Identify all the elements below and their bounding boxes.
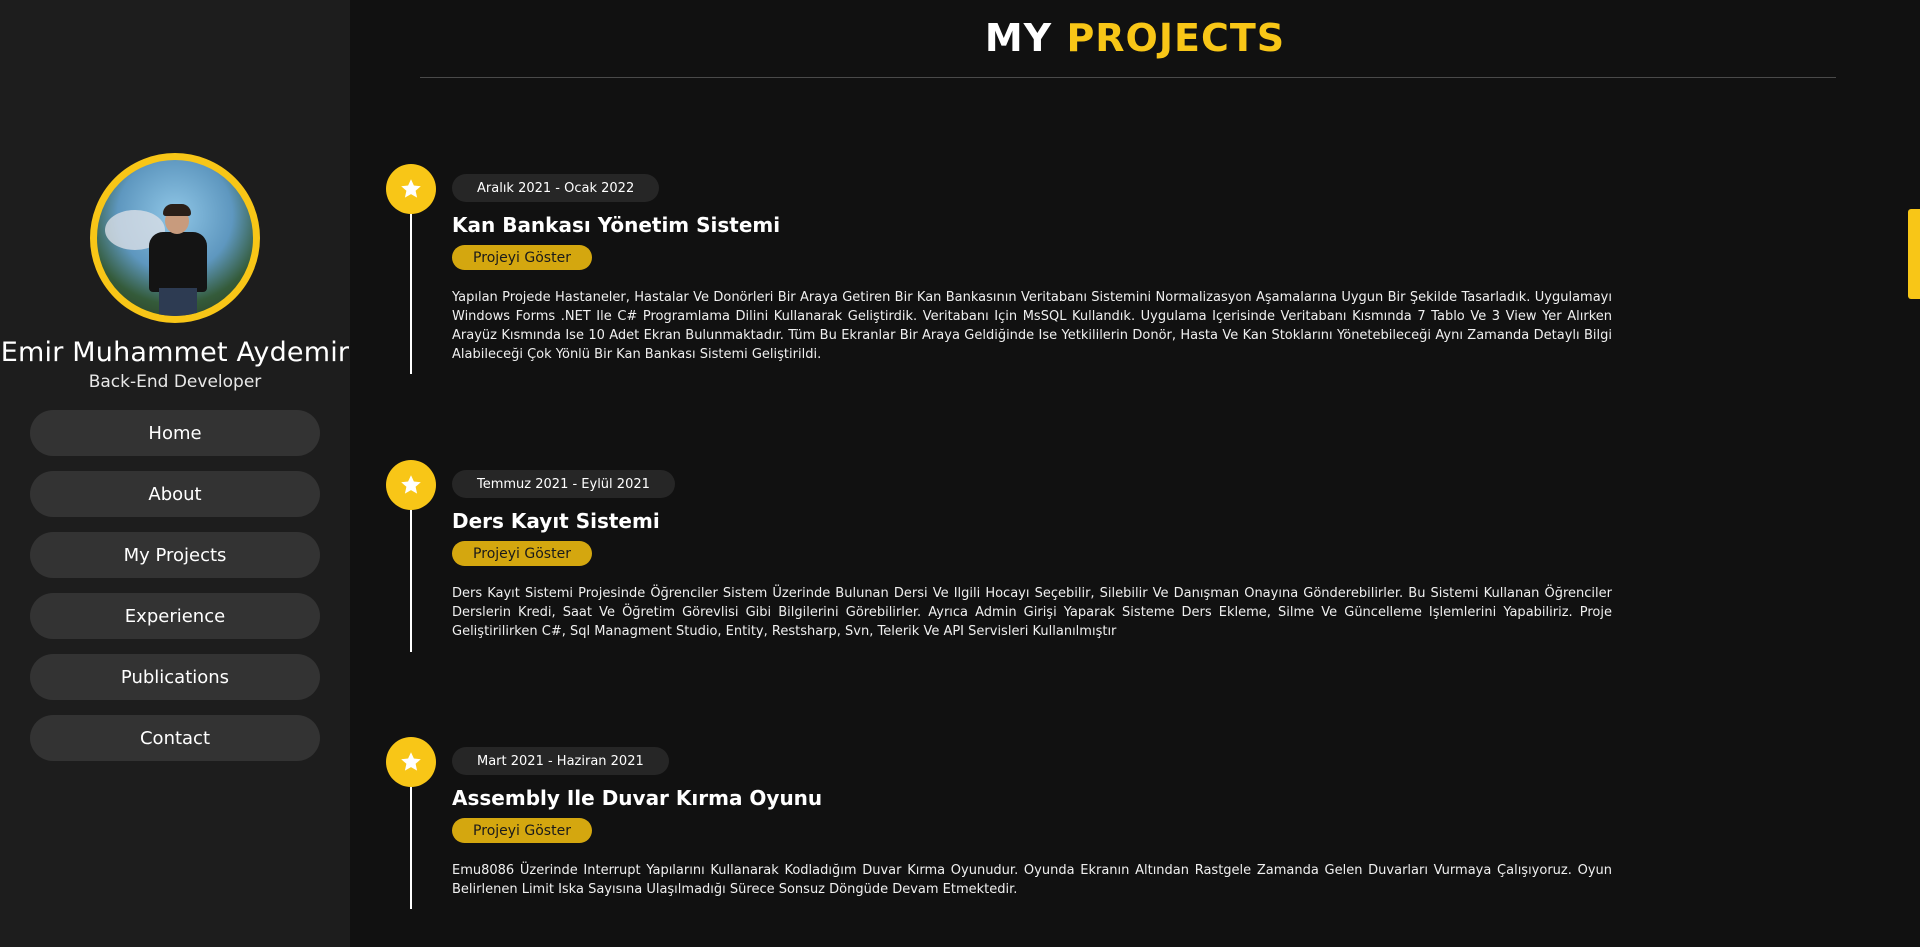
project-date: Temmuz 2021 - Eylül 2021 xyxy=(452,470,675,498)
project-description: Yapılan Projede Hastaneler, Hastalar Ve … xyxy=(452,290,1612,362)
nav-my-projects[interactable]: My Projects xyxy=(30,532,320,578)
page-title-part2: PROJECTS xyxy=(1066,16,1286,60)
star-icon xyxy=(386,164,436,214)
project-title: Kan Bankası Yönetim Sistemi xyxy=(452,213,781,237)
profile-name: Emir Muhammet Aydemir xyxy=(0,337,350,368)
nav-contact[interactable]: Contact xyxy=(30,715,320,761)
project-date: Mart 2021 - Haziran 2021 xyxy=(452,747,669,775)
nav-home[interactable]: Home xyxy=(30,410,320,456)
title-divider xyxy=(420,77,1836,78)
nav-about[interactable]: About xyxy=(30,471,320,517)
avatar-figure-body xyxy=(149,232,207,292)
project-description: Ders Kayıt Sistemi Projesinde Öğrenciler… xyxy=(452,586,1612,639)
avatar-figure-legs xyxy=(159,288,197,316)
show-project-button[interactable]: Projeyi Göster xyxy=(452,818,592,843)
show-project-button[interactable]: Projeyi Göster xyxy=(452,245,592,270)
project-date: Aralık 2021 - Ocak 2022 xyxy=(452,174,660,202)
nav-publications[interactable]: Publications xyxy=(30,654,320,700)
timeline-line xyxy=(410,214,412,374)
main-content: MY PROJECTS Aralık 2021 - Ocak 2022 Kan … xyxy=(350,0,1920,947)
show-project-button[interactable]: Projeyi Göster xyxy=(452,541,592,566)
project-title: Assembly Ile Duvar Kırma Oyunu xyxy=(452,786,823,810)
star-icon xyxy=(386,460,436,510)
page-title-part1: MY xyxy=(984,16,1053,60)
page-title: MY PROJECTS xyxy=(350,16,1920,60)
project-description: Emu8086 Üzerinde Interrupt Yapılarını Ku… xyxy=(452,863,1612,897)
project-title: Ders Kayıt Sistemi xyxy=(452,509,660,533)
scrollbar-thumb[interactable] xyxy=(1908,209,1920,299)
sidebar: Emir Muhammet Aydemir Back-End Developer… xyxy=(0,0,350,947)
nav-experience[interactable]: Experience xyxy=(30,593,320,639)
timeline-line xyxy=(410,510,412,652)
star-icon xyxy=(386,737,436,787)
profile-role: Back-End Developer xyxy=(88,372,262,392)
sidebar-nav: Home About My Projects Experience Public… xyxy=(30,410,320,761)
profile-avatar xyxy=(90,153,260,323)
timeline-line xyxy=(410,787,412,909)
avatar-figure-hair xyxy=(163,204,191,216)
